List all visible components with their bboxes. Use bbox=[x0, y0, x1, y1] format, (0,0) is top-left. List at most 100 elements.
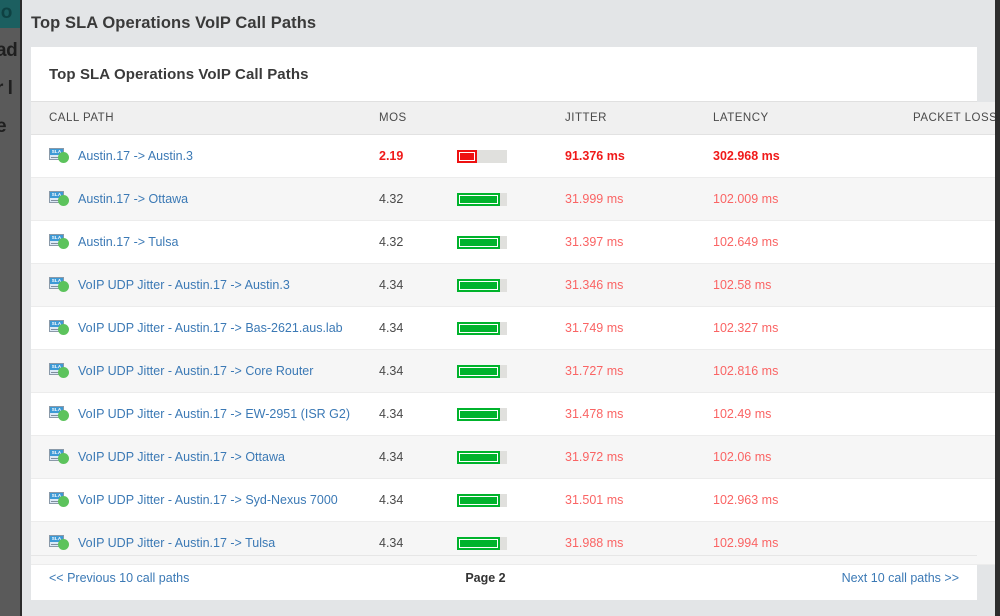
mos-bar-track bbox=[457, 450, 507, 464]
jitter-value: 31.501 ms bbox=[565, 493, 624, 507]
cell-latency: 102.327 ms bbox=[713, 306, 913, 350]
table-row[interactable]: SLA Austin.17 -> Tulsa 4.32 31.397 ms 102.64… bbox=[31, 220, 1000, 264]
call-path-link[interactable]: VoIP UDP Jitter - Austin.17 -> Tulsa bbox=[78, 536, 275, 550]
cell-mos: 4.34 bbox=[379, 263, 457, 307]
mos-value: 2.19 bbox=[379, 149, 404, 163]
call-path-link[interactable]: Austin.17 -> Tulsa bbox=[78, 235, 178, 249]
table-row[interactable]: SLA VoIP UDP Jitter - Austin.17 -> Ottawa… bbox=[31, 435, 1000, 479]
mos-bar-fill bbox=[457, 235, 500, 249]
sla-status-icon: SLA bbox=[49, 363, 70, 379]
background-text-fragment: ad bbox=[0, 40, 18, 61]
cell-call-path: SLA Austin.17 -> Tulsa bbox=[31, 220, 379, 264]
status-up-dot bbox=[58, 195, 69, 206]
cell-jitter: 31.972 ms bbox=[565, 435, 713, 479]
cell-mos-bar bbox=[457, 177, 565, 221]
cell-jitter: 31.501 ms bbox=[565, 478, 713, 522]
modal-title-bar: Top SLA Operations VoIP Call Paths bbox=[22, 0, 995, 47]
jitter-value: 31.972 ms bbox=[565, 450, 624, 464]
cell-jitter: 31.999 ms bbox=[565, 177, 713, 221]
cell-mos: 4.34 bbox=[379, 392, 457, 436]
cell-call-path: SLA VoIP UDP Jitter - Austin.17 -> Core R… bbox=[31, 349, 379, 393]
cell-jitter: 31.727 ms bbox=[565, 349, 713, 393]
background-text-fragment: e bbox=[0, 116, 7, 137]
mos-bar-fill bbox=[457, 536, 500, 550]
mos-bar-track bbox=[457, 278, 507, 292]
cell-jitter: 91.376 ms bbox=[565, 134, 713, 178]
call-path-link[interactable]: VoIP UDP Jitter - Austin.17 -> Bas-2621.… bbox=[78, 321, 343, 335]
cell-call-path: SLA VoIP UDP Jitter - Austin.17 -> Austin… bbox=[31, 263, 379, 307]
cell-packet-loss: 4 % bbox=[913, 220, 1000, 264]
call-path-link[interactable]: VoIP UDP Jitter - Austin.17 -> Syd-Nexus… bbox=[78, 493, 338, 507]
page-title: Top SLA Operations VoIP Call Paths bbox=[31, 14, 317, 32]
call-path-link[interactable]: Austin.17 -> Austin.3 bbox=[78, 149, 193, 163]
table-row[interactable]: SLA Austin.17 -> Ottawa 4.32 31.999 ms 102.0… bbox=[31, 177, 1000, 221]
status-up-dot bbox=[58, 410, 69, 421]
mos-bar-track bbox=[457, 407, 507, 421]
mos-bar-track bbox=[457, 192, 507, 206]
sla-status-icon: SLA bbox=[49, 535, 70, 551]
sla-status-icon: SLA bbox=[49, 148, 70, 164]
sla-status-icon: SLA bbox=[49, 277, 70, 293]
cell-packet-loss: 3 % bbox=[913, 263, 1000, 307]
cell-mos-bar bbox=[457, 435, 565, 479]
jitter-value: 31.397 ms bbox=[565, 235, 624, 249]
latency-value: 302.968 ms bbox=[713, 149, 780, 163]
cell-mos-bar bbox=[457, 478, 565, 522]
next-page-link[interactable]: Next 10 call paths >> bbox=[842, 571, 959, 585]
latency-value: 102.994 ms bbox=[713, 536, 779, 550]
table-row[interactable]: SLA VoIP UDP Jitter - Austin.17 -> Syd-Ne… bbox=[31, 478, 1000, 522]
cell-latency: 102.49 ms bbox=[713, 392, 913, 436]
table-row[interactable]: SLA Austin.17 -> Austin.3 2.19 91.376 ms 302… bbox=[31, 134, 1000, 178]
mos-bar-fill bbox=[457, 450, 500, 464]
column-header-packet-loss[interactable]: PACKET LOSS bbox=[913, 102, 1000, 135]
column-header-mos[interactable]: MOS bbox=[379, 102, 457, 135]
mos-value: 4.32 bbox=[379, 192, 404, 206]
call-path-link[interactable]: VoIP UDP Jitter - Austin.17 -> Austin.3 bbox=[78, 278, 290, 292]
background-text-fragment: lo bbox=[0, 2, 12, 23]
status-up-dot bbox=[58, 152, 69, 163]
cell-latency: 102.009 ms bbox=[713, 177, 913, 221]
cell-packet-loss: 3 % bbox=[913, 306, 1000, 350]
table-row[interactable]: SLA VoIP UDP Jitter - Austin.17 -> Bas-26… bbox=[31, 306, 1000, 350]
call-path-link[interactable]: VoIP UDP Jitter - Austin.17 -> Ottawa bbox=[78, 450, 285, 464]
column-header-mos-bar bbox=[457, 102, 565, 135]
mos-bar-track bbox=[457, 321, 507, 335]
mos-bar-fill bbox=[457, 278, 500, 292]
jitter-value: 31.988 ms bbox=[565, 536, 624, 550]
cell-call-path: SLA Austin.17 -> Austin.3 bbox=[31, 134, 379, 178]
jitter-value: 31.749 ms bbox=[565, 321, 624, 335]
call-path-link[interactable]: Austin.17 -> Ottawa bbox=[78, 192, 188, 206]
sla-status-icon: SLA bbox=[49, 320, 70, 336]
mos-bar-track bbox=[457, 536, 507, 550]
table-row[interactable]: SLA VoIP UDP Jitter - Austin.17 -> Core R… bbox=[31, 349, 1000, 393]
background-text-fragment: r l bbox=[0, 78, 13, 99]
column-header-call-path[interactable]: CALL PATH bbox=[31, 102, 379, 135]
cell-mos-bar bbox=[457, 220, 565, 264]
latency-value: 102.58 ms bbox=[713, 278, 772, 292]
cell-packet-loss: 14 % bbox=[913, 134, 1000, 178]
cell-latency: 102.58 ms bbox=[713, 263, 913, 307]
sla-call-paths-card: Top SLA Operations VoIP Call Paths CALL … bbox=[31, 47, 1000, 600]
column-header-jitter[interactable]: JITTER bbox=[565, 102, 713, 135]
current-page-label: Page 2 bbox=[465, 571, 506, 585]
call-path-link[interactable]: VoIP UDP Jitter - Austin.17 -> EW-2951 (… bbox=[78, 407, 350, 421]
cell-mos-bar bbox=[457, 349, 565, 393]
table-header-row: CALL PATH MOS JITTER LATENCY PACKET LOSS bbox=[31, 102, 1000, 135]
status-up-dot bbox=[58, 453, 69, 464]
mos-value: 4.34 bbox=[379, 493, 404, 507]
table-row[interactable]: SLA VoIP UDP Jitter - Austin.17 -> Austin… bbox=[31, 263, 1000, 307]
mos-bar-track bbox=[457, 493, 507, 507]
call-path-link[interactable]: VoIP UDP Jitter - Austin.17 -> Core Rout… bbox=[78, 364, 313, 378]
status-up-dot bbox=[58, 324, 69, 335]
mos-value: 4.34 bbox=[379, 364, 404, 378]
sla-status-icon: SLA bbox=[49, 449, 70, 465]
latency-value: 102.649 ms bbox=[713, 235, 779, 249]
cell-latency: 102.816 ms bbox=[713, 349, 913, 393]
call-paths-table: CALL PATH MOS JITTER LATENCY PACKET LOSS… bbox=[31, 102, 1000, 565]
table-row[interactable]: SLA VoIP UDP Jitter - Austin.17 -> EW-295… bbox=[31, 392, 1000, 436]
cell-mos: 2.19 bbox=[379, 134, 457, 178]
cell-call-path: SLA VoIP UDP Jitter - Austin.17 -> Bas-26… bbox=[31, 306, 379, 350]
column-header-latency[interactable]: LATENCY bbox=[713, 102, 913, 135]
latency-value: 102.327 ms bbox=[713, 321, 779, 335]
cell-mos: 4.34 bbox=[379, 478, 457, 522]
